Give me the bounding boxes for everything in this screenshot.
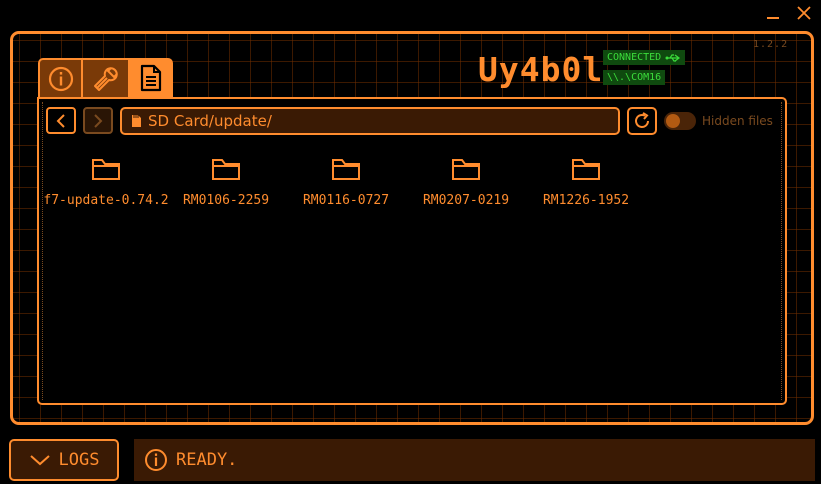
file-browser-panel <box>37 97 787 405</box>
path-field[interactable]: SD Card/update/ <box>120 107 620 135</box>
close-icon <box>797 6 811 20</box>
port-badge: \\.\COM16 <box>603 70 666 85</box>
version-label: 1.2.2 <box>753 39 789 50</box>
folder-item[interactable]: RM0106-2259 <box>166 152 286 216</box>
folder-name: RM0207-0219 <box>422 193 510 208</box>
logs-label: LOGS <box>58 450 100 470</box>
logs-button[interactable]: LOGS <box>9 439 119 481</box>
chevron-down-icon <box>29 455 50 466</box>
folder-name: RM1226-1952 <box>542 193 630 208</box>
forward-button[interactable] <box>83 107 113 134</box>
folder-item[interactable]: RM1226-1952 <box>526 152 646 216</box>
folder-icon <box>452 159 480 180</box>
tab-files[interactable] <box>128 58 173 98</box>
chevron-left-icon <box>56 113 65 128</box>
refresh-button[interactable] <box>627 107 657 135</box>
connection-status-text: CONNECTED <box>607 52 662 63</box>
panel-border-dots <box>42 102 782 400</box>
folder-icon <box>572 159 600 180</box>
info-icon <box>48 66 73 92</box>
folder-icon <box>332 159 360 180</box>
tab-tools[interactable] <box>83 58 128 98</box>
usb-icon <box>665 53 681 62</box>
status-bar: READY. <box>134 439 815 481</box>
folder-name: RM0116-0727 <box>302 193 390 208</box>
app-logo: Uy4b0l <box>478 50 604 89</box>
folder-icon <box>212 159 240 180</box>
minimize-icon <box>767 17 779 19</box>
status-text: READY. <box>176 450 238 470</box>
hidden-files-toggle[interactable] <box>664 112 696 130</box>
chevron-right-icon <box>94 113 103 128</box>
sd-card-icon <box>132 115 141 127</box>
document-icon <box>140 64 161 92</box>
folder-item[interactable]: f7-update-0.74.2 <box>43 152 169 216</box>
hidden-files-label: Hidden files <box>702 114 773 128</box>
back-button[interactable] <box>46 107 76 134</box>
folder-item[interactable]: RM0207-0219 <box>406 152 526 216</box>
connection-status-badge: CONNECTED <box>603 50 686 65</box>
toggle-knob <box>666 114 680 128</box>
folder-name: RM0106-2259 <box>182 193 270 208</box>
path-text: SD Card/update/ <box>148 112 272 130</box>
wrench-icon <box>93 67 118 91</box>
refresh-icon <box>635 112 649 128</box>
close-button[interactable] <box>795 4 813 22</box>
folder-item[interactable]: RM0116-0727 <box>286 152 406 216</box>
folder-icon <box>92 159 120 180</box>
folder-name: f7-update-0.74.2 <box>43 193 169 208</box>
minimize-button[interactable] <box>764 4 782 22</box>
tab-info[interactable] <box>38 58 83 98</box>
info-icon <box>145 449 167 471</box>
